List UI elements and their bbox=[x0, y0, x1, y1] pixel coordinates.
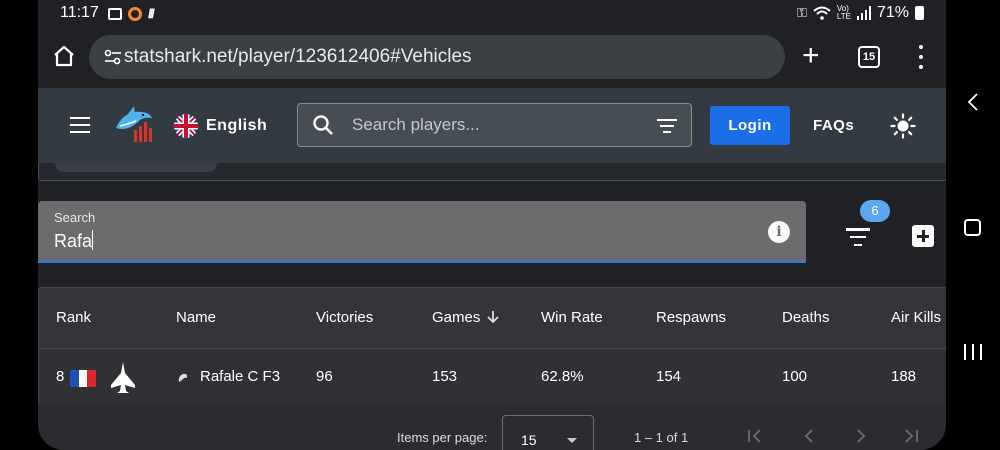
url-text[interactable]: statshark.net/player/123612406#Vehicles bbox=[124, 46, 472, 68]
filter-icon[interactable] bbox=[846, 228, 870, 246]
france-flag-icon bbox=[70, 370, 97, 387]
search-filter-icon[interactable] bbox=[657, 119, 677, 133]
column-name[interactable]: Name bbox=[176, 309, 216, 326]
cell-respawns: 154 bbox=[656, 368, 682, 385]
vehicles-section: Search Rafa i 6 Rank Name Victories Game… bbox=[38, 163, 946, 450]
status-bar: 11:17 /// ⚿ Vo) LTE 71% bbox=[38, 0, 946, 28]
gallery-icon bbox=[108, 7, 122, 20]
table-row[interactable]: 8 Rafale C F3 96 153 62.8% 154 100 188 bbox=[39, 349, 946, 406]
faqs-link[interactable]: FAQs bbox=[813, 117, 854, 134]
next-page-icon[interactable] bbox=[852, 427, 870, 445]
screen: 11:17 /// ⚿ Vo) LTE 71% statshark.net/pl… bbox=[38, 0, 946, 450]
previous-page-icon[interactable] bbox=[800, 427, 818, 445]
column-air-kills[interactable]: Air Kills bbox=[891, 309, 941, 326]
vehicle-search-label: Search bbox=[54, 210, 96, 225]
items-per-page-label: Items per page: bbox=[397, 430, 488, 445]
battery-icon bbox=[915, 6, 924, 20]
url-bar[interactable]: statshark.net/player/123612406#Vehicles bbox=[89, 35, 785, 79]
filter-count-badge: 6 bbox=[860, 200, 890, 222]
wifi-icon bbox=[813, 6, 831, 20]
items-per-page-value[interactable]: 15 bbox=[521, 432, 537, 448]
last-page-icon[interactable] bbox=[902, 427, 920, 445]
player-search-box[interactable] bbox=[297, 103, 692, 147]
volte-icon: Vo) LTE bbox=[836, 4, 851, 21]
statshark-logo[interactable] bbox=[114, 104, 154, 144]
column-games-label[interactable]: Games bbox=[432, 309, 480, 326]
column-deaths[interactable]: Deaths bbox=[782, 309, 830, 326]
dropdown-caret-icon[interactable] bbox=[567, 438, 577, 443]
column-victories[interactable]: Victories bbox=[316, 309, 373, 326]
browser-menu-icon[interactable] bbox=[918, 45, 924, 69]
cell-rank: 8 bbox=[56, 368, 65, 385]
card-pill bbox=[55, 163, 217, 172]
column-rank[interactable]: Rank bbox=[56, 309, 91, 326]
page-range: 1 – 1 of 1 bbox=[634, 430, 689, 445]
home-icon[interactable] bbox=[52, 44, 76, 68]
vehicles-table: Rank Name Victories Games Win Rate Respa… bbox=[38, 287, 946, 406]
arrow-down-icon[interactable] bbox=[486, 310, 500, 324]
hamburger-menu-icon[interactable] bbox=[70, 117, 90, 133]
vehicle-search-value[interactable]: Rafa bbox=[54, 231, 92, 251]
jet-fighter-icon bbox=[111, 362, 135, 393]
column-win-rate[interactable]: Win Rate bbox=[541, 309, 603, 326]
status-notification-icons: /// bbox=[108, 6, 155, 21]
add-icon[interactable] bbox=[912, 225, 934, 247]
cell-win-rate: 62.8% bbox=[541, 368, 584, 385]
first-page-icon[interactable] bbox=[746, 427, 764, 445]
recent-apps-icon[interactable] bbox=[964, 344, 982, 360]
browser-toolbar: statshark.net/player/123612406#Vehicles … bbox=[38, 28, 946, 88]
language-selector[interactable]: English bbox=[174, 114, 267, 138]
home-nav-icon[interactable] bbox=[964, 219, 981, 236]
site-settings-icon[interactable] bbox=[103, 47, 123, 67]
vehicle-type-icon bbox=[178, 373, 188, 382]
cell-air-kills: 188 bbox=[891, 368, 917, 385]
android-nav-bar bbox=[946, 0, 1000, 450]
phone-frame: 11:17 /// ⚿ Vo) LTE 71% statshark.net/pl… bbox=[0, 0, 1000, 450]
vehicle-search-input[interactable]: Rafa bbox=[54, 230, 94, 252]
player-search-input[interactable] bbox=[352, 114, 632, 136]
recording-icon bbox=[128, 6, 142, 21]
cell-name[interactable]: Rafale C F3 bbox=[200, 368, 280, 385]
column-games[interactable]: Games bbox=[432, 309, 500, 326]
back-icon[interactable] bbox=[966, 92, 980, 112]
uk-flag-icon bbox=[174, 114, 198, 138]
status-time: 11:17 bbox=[60, 4, 99, 21]
signal-icon bbox=[856, 6, 871, 20]
key-icon: ⚿ bbox=[796, 5, 807, 20]
paginator: Items per page: 15 1 – 1 of 1 bbox=[38, 405, 946, 450]
cell-victories: 96 bbox=[316, 368, 333, 385]
column-respawns[interactable]: Respawns bbox=[656, 309, 726, 326]
status-system-icons: ⚿ Vo) LTE 71% bbox=[797, 4, 924, 22]
login-button[interactable]: Login bbox=[710, 106, 790, 145]
cell-games: 153 bbox=[432, 368, 458, 385]
text-caret bbox=[92, 230, 94, 250]
new-tab-icon[interactable]: + bbox=[802, 41, 820, 71]
search-icon bbox=[313, 115, 333, 135]
info-icon[interactable]: i bbox=[768, 221, 790, 243]
sun-icon[interactable] bbox=[890, 113, 916, 139]
items-per-page-select[interactable]: 15 bbox=[502, 415, 594, 450]
site-header: English Login FAQs bbox=[38, 88, 946, 163]
table-header: Rank Name Victories Games Win Rate Respa… bbox=[39, 288, 946, 349]
cell-deaths: 100 bbox=[782, 368, 808, 385]
vehicle-search-field[interactable]: Search Rafa i bbox=[38, 201, 806, 263]
language-label[interactable]: English bbox=[206, 117, 267, 135]
battery-percent: 71% bbox=[876, 4, 909, 21]
activity-icon: /// bbox=[148, 6, 155, 21]
tab-switcher-button[interactable]: 15 bbox=[858, 46, 880, 68]
card-bottom-edge bbox=[38, 163, 946, 181]
